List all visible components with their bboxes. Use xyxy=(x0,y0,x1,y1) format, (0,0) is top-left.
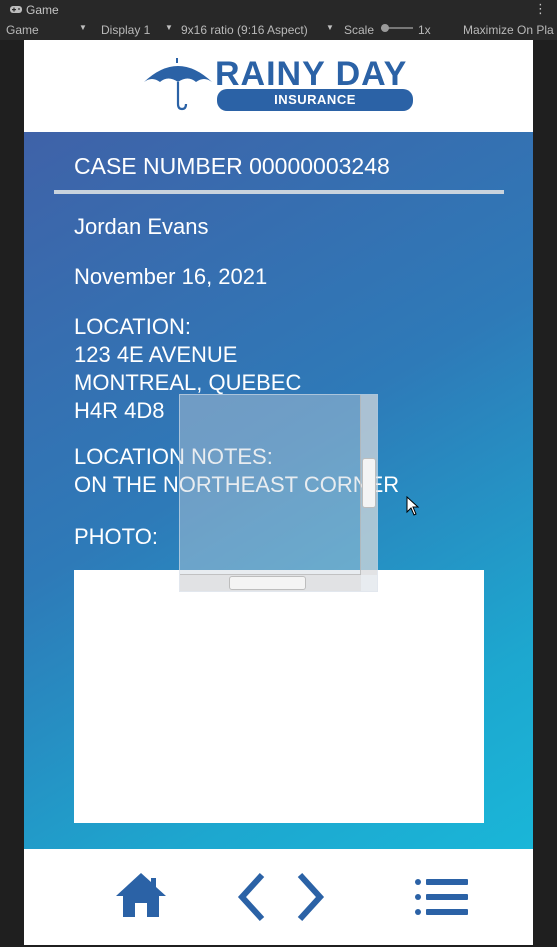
vertical-scrollbar-handle[interactable] xyxy=(362,458,376,508)
address-line-1: 123 4E AVENUE xyxy=(74,342,238,367)
game-tab-title[interactable]: Game xyxy=(26,3,59,17)
bottom-nav xyxy=(24,849,533,945)
game-view: RAINY DAY INSURANCE CASE NUMBER 00000003… xyxy=(24,40,533,945)
tab-options-icon[interactable]: ⋮ xyxy=(534,1,547,17)
chevron-right-icon[interactable] xyxy=(294,869,328,925)
unity-editor: Game ⋮ Game ▼ Display 1 ▼ 9x16 ratio (9:… xyxy=(0,0,557,947)
address-line-3: H4R 4D8 xyxy=(74,398,165,423)
chevron-down-icon[interactable]: ▼ xyxy=(165,23,173,32)
chevron-down-icon[interactable]: ▼ xyxy=(79,23,87,32)
display-dropdown[interactable]: Display 1 xyxy=(101,23,150,37)
aspect-dropdown[interactable]: 9x16 ratio (9:16 Aspect) xyxy=(181,23,308,37)
scale-slider-handle[interactable] xyxy=(381,24,389,32)
location-label: LOCATION: xyxy=(74,314,191,339)
chevron-left-icon[interactable] xyxy=(234,869,268,925)
app-header: RAINY DAY INSURANCE xyxy=(24,40,533,132)
home-icon[interactable] xyxy=(114,869,168,925)
logo-subtitle: INSURANCE xyxy=(217,89,413,111)
vertical-scrollbar[interactable] xyxy=(360,395,377,575)
maximize-on-play-toggle[interactable]: Maximize On Pla xyxy=(463,23,554,37)
mouse-cursor-icon xyxy=(406,496,420,516)
case-number: CASE NUMBER 00000003248 xyxy=(74,153,390,179)
umbrella-icon xyxy=(144,58,212,111)
scroll-view[interactable] xyxy=(179,394,378,592)
address-line-2: MONTREAL, QUEBEC xyxy=(74,370,302,395)
game-mode-dropdown[interactable]: Game xyxy=(6,23,39,37)
divider xyxy=(54,190,504,194)
claim-date: November 16, 2021 xyxy=(74,264,268,289)
list-menu-icon[interactable] xyxy=(413,869,471,925)
claimant-name: Jordan Evans xyxy=(74,214,209,239)
game-tab-bar: Game ⋮ xyxy=(0,0,557,20)
game-view-toolbar: Game ▼ Display 1 ▼ 9x16 ratio (9:16 Aspe… xyxy=(0,20,557,40)
photo-placeholder[interactable] xyxy=(74,570,484,823)
chevron-down-icon[interactable]: ▼ xyxy=(326,23,334,32)
horizontal-scrollbar-handle[interactable] xyxy=(229,576,306,590)
horizontal-scrollbar[interactable] xyxy=(180,574,361,591)
photo-label: PHOTO: xyxy=(74,524,158,549)
scale-value: 1x xyxy=(418,23,431,37)
gamepad-icon xyxy=(10,6,22,13)
scale-label: Scale xyxy=(344,23,375,37)
